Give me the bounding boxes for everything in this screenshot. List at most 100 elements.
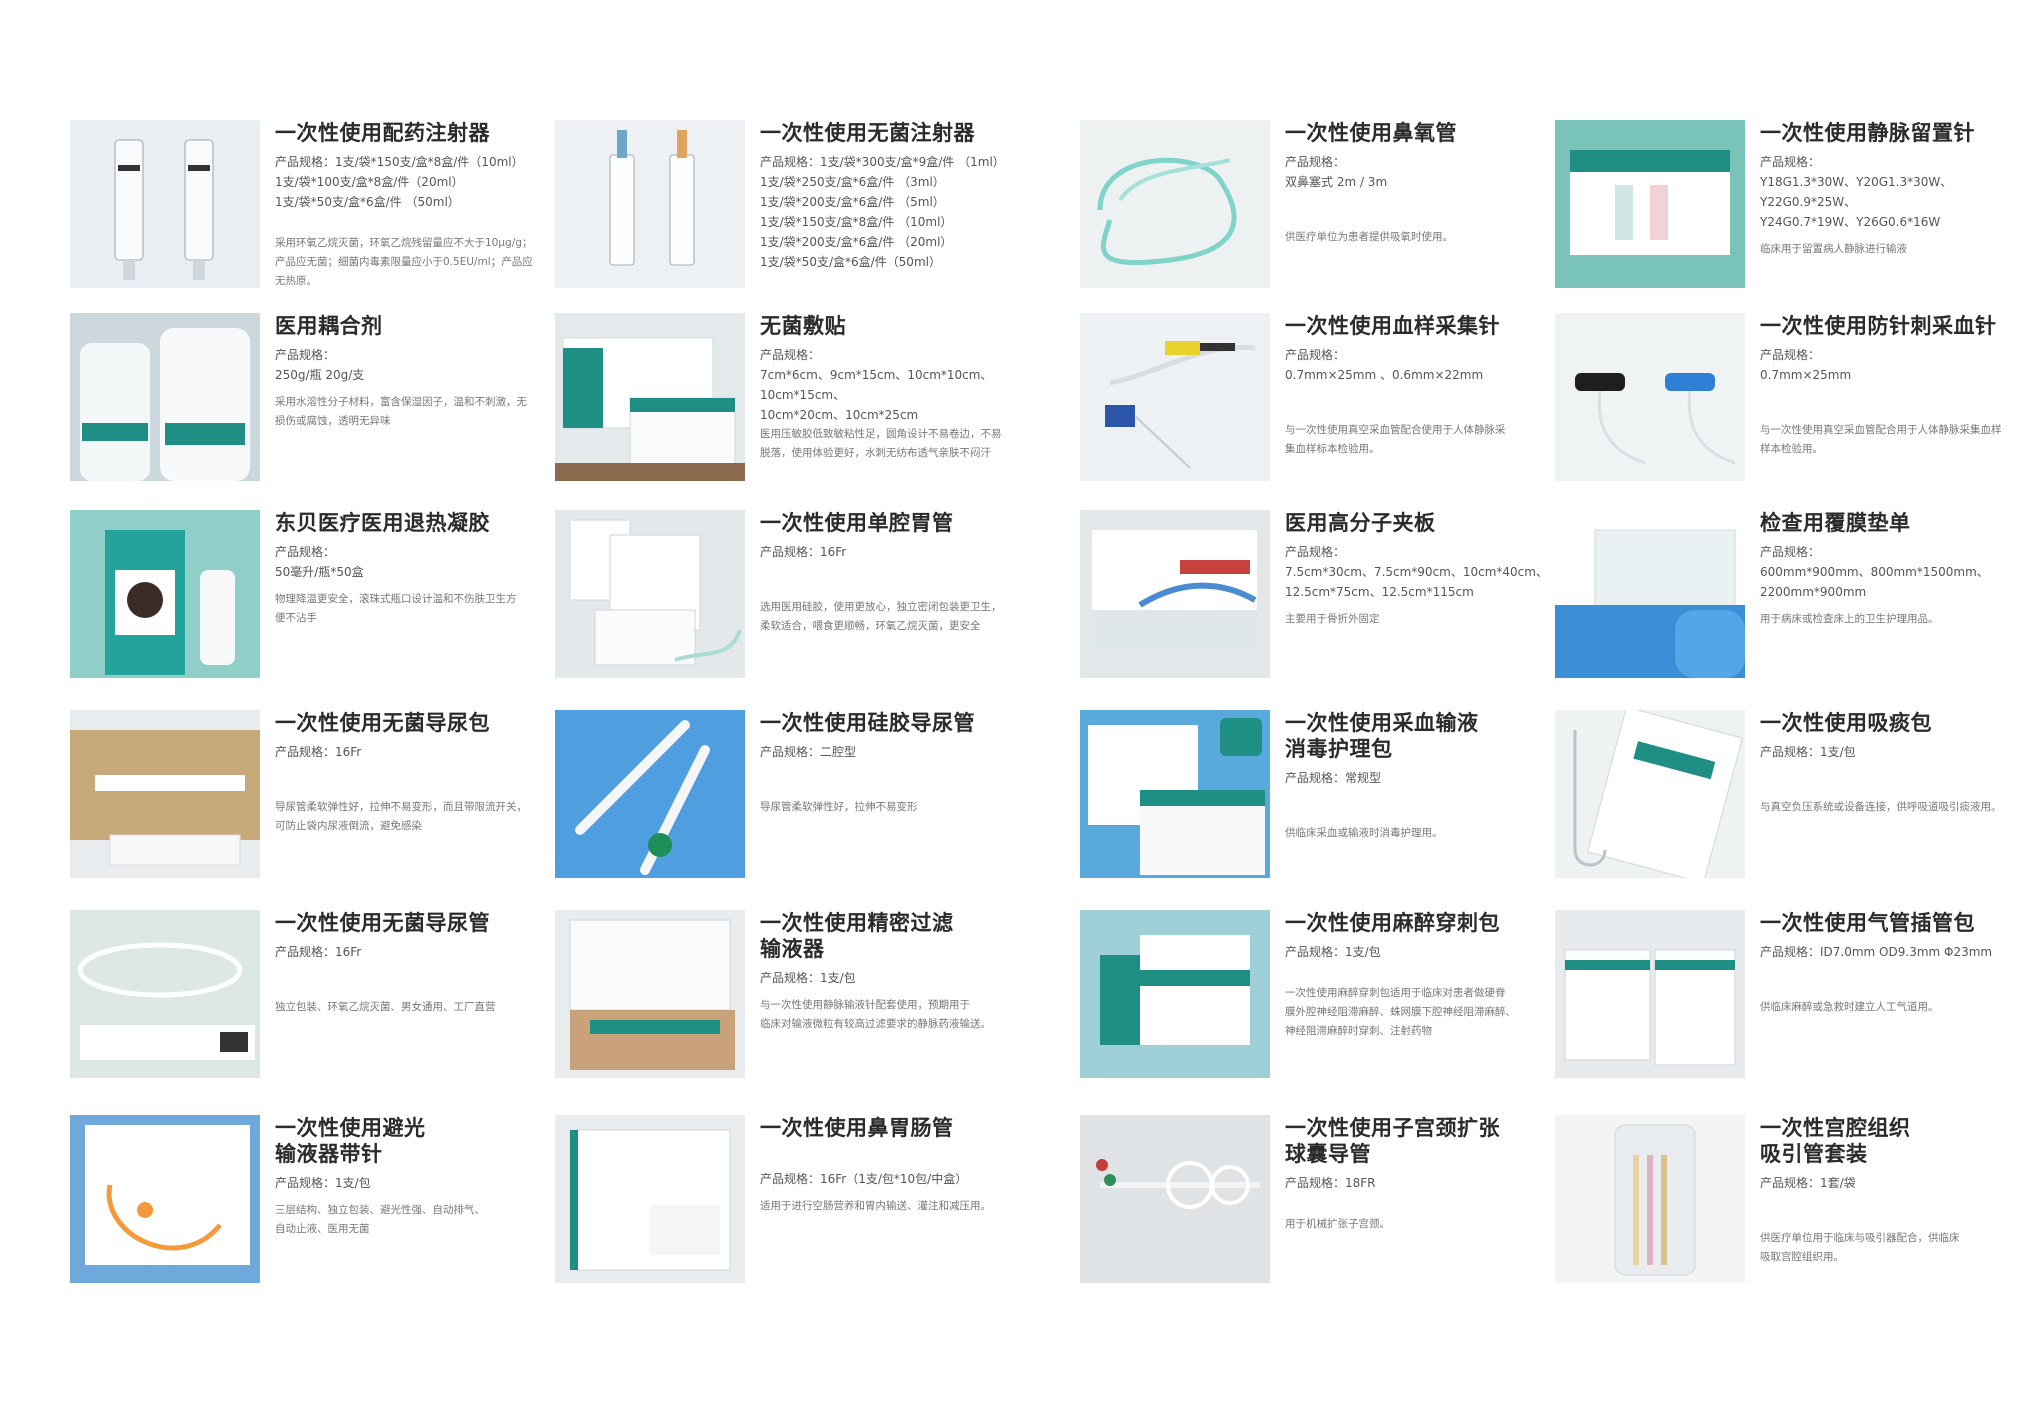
product-title: 一次性使用精密过滤 输液器 bbox=[760, 911, 954, 961]
product-title: 无菌敷贴 bbox=[760, 314, 846, 338]
product-info: 一次性使用鼻胃肠管 产品规格：16Fr（1支/包*10包/中盒） 适用于进行空肠… bbox=[760, 1115, 1035, 1216]
product-image-iv-catheter-box bbox=[1555, 120, 1745, 288]
product-card: 一次性使用采血输液 消毒护理包 产品规格：常规型 供临床采血或输液时消毒护理用。 bbox=[1080, 710, 1560, 885]
product-desc: 独立包装、环氧乙烷灭菌、男女通用、工厂直营 bbox=[275, 1001, 496, 1013]
product-desc: 三层结构、独立包装、避光性强、自动排气、 自动止液、医用无菌 bbox=[275, 1204, 485, 1235]
product-desc: 用于机械扩张子宫颈。 bbox=[1285, 1218, 1390, 1230]
product-desc: 供临床采血或输液时消毒护理用。 bbox=[1285, 827, 1443, 839]
product-image-syringe-pair bbox=[70, 120, 260, 288]
product-spec: 产品规格：1支/袋*150支/盒*8盒/件（10ml） 1支/袋*100支/盒*… bbox=[275, 155, 524, 209]
product-title: 一次性使用单腔胃管 bbox=[760, 511, 954, 535]
product-title: 医用高分子夹板 bbox=[1285, 511, 1436, 535]
product-image-nasal-oxygen-tube bbox=[1080, 120, 1270, 288]
product-image-polymer-splint-box bbox=[1080, 510, 1270, 678]
product-spec: 产品规格： 250g/瓶 20g/支 bbox=[275, 348, 365, 382]
product-spec: 产品规格：1支/包 bbox=[760, 971, 856, 985]
product-desc: 主要用于骨折外固定 bbox=[1285, 613, 1380, 625]
product-card: 一次性使用麻醉穿刺包 产品规格：1支/包 一次性使用麻醉穿刺包适用于临床对患者做… bbox=[1080, 910, 1560, 1085]
product-spec: 产品规格： 7cm*6cm、9cm*15cm、10cm*10cm、10cm*15… bbox=[760, 348, 993, 422]
product-spec: 产品规格：常规型 bbox=[1285, 771, 1382, 785]
product-image-sterile-patches-box bbox=[555, 313, 745, 481]
product-spec: 产品规格：16Fr（1支/包*10包/中盒） bbox=[760, 1172, 968, 1186]
product-title: 一次性使用麻醉穿刺包 bbox=[1285, 911, 1500, 935]
product-spec: 产品规格：1套/袋 bbox=[1760, 1176, 1856, 1190]
product-card: 一次性宫腔组织 吸引管套装 产品规格：1套/袋 供医疗单位用于临床与吸引器配合，… bbox=[1555, 1115, 2035, 1290]
product-title: 一次性使用避光 输液器带针 bbox=[275, 1116, 426, 1166]
product-desc: 采用环氧乙烷灭菌，环氧乙烷残留量应不大于10μg/g； 产品应无菌；细菌内毒素限… bbox=[275, 237, 533, 287]
product-image-cooling-gel bbox=[70, 510, 260, 678]
product-spec: 产品规格：16Fr bbox=[275, 945, 362, 959]
product-image-blood-collection-needle bbox=[1080, 313, 1270, 481]
product-desc: 适用于进行空肠营养和胃内输送、灌注和减压用。 bbox=[760, 1200, 991, 1212]
product-spec: 产品规格： 0.7mm×25mm bbox=[1760, 348, 1852, 382]
product-info: 一次性使用气管插管包 产品规格：ID7.0mm OD9.3mm Φ23mm 供临… bbox=[1760, 910, 2035, 1017]
product-desc: 选用医用硅胶，使用更放心，独立密闭包装更卫生， 柔软适合，喂食更顺畅，环氧乙烷灭… bbox=[760, 601, 1002, 632]
product-spec: 产品规格： 50毫升/瓶*50盒 bbox=[275, 545, 364, 579]
product-info: 医用高分子夹板 产品规格： 7.5cm*30cm、7.5cm*90cm、10cm… bbox=[1285, 510, 1560, 629]
product-card: 一次性使用血样采集针 产品规格： 0.7mm×25mm 、0.6mm×22mm … bbox=[1080, 313, 1560, 488]
product-image-gastric-tube bbox=[555, 510, 745, 678]
product-info: 一次性使用单腔胃管 产品规格：16Fr 选用医用硅胶，使用更放心，独立密闭包装更… bbox=[760, 510, 1035, 636]
product-desc: 供临床麻醉或急救时建立人工气道用。 bbox=[1760, 1001, 1939, 1013]
product-spec: 产品规格：18FR bbox=[1285, 1176, 1376, 1190]
product-image-exam-sheet bbox=[1555, 510, 1745, 678]
product-card: 一次性使用鼻氧管 产品规格： 双鼻塞式 2m / 3m 供医疗单位为患者提供吸氧… bbox=[1080, 120, 1560, 295]
product-spec: 产品规格：16Fr bbox=[760, 545, 847, 559]
product-spec: 产品规格：16Fr bbox=[275, 745, 362, 759]
product-info: 一次性使用麻醉穿刺包 产品规格：1支/包 一次性使用麻醉穿刺包适用于临床对患者做… bbox=[1285, 910, 1560, 1041]
product-info: 医用耦合剂 产品规格： 250g/瓶 20g/支 采用水溶性分子材料，富含保湿因… bbox=[275, 313, 550, 431]
product-spec: 产品规格：1支/包 bbox=[275, 1176, 371, 1190]
product-card: 一次性使用鼻胃肠管 产品规格：16Fr（1支/包*10包/中盒） 适用于进行空肠… bbox=[555, 1115, 1035, 1290]
product-spec: 产品规格： 7.5cm*30cm、7.5cm*90cm、10cm*40cm、 1… bbox=[1285, 545, 1548, 599]
product-title: 一次性使用无菌导尿管 bbox=[275, 911, 490, 935]
product-title: 一次性使用硅胶导尿管 bbox=[760, 711, 975, 735]
product-card: 一次性使用无菌导尿管 产品规格：16Fr 独立包装、环氧乙烷灭菌、男女通用、工厂… bbox=[70, 910, 550, 1085]
product-spec: 产品规格： 双鼻塞式 2m / 3m bbox=[1285, 155, 1388, 189]
product-image-filter-infusion-set bbox=[555, 910, 745, 1078]
product-info: 一次性使用血样采集针 产品规格： 0.7mm×25mm 、0.6mm×22mm … bbox=[1285, 313, 1560, 459]
product-desc: 临床用于留置病人静脉进行输液 bbox=[1760, 243, 1907, 255]
product-card: 一次性使用无菌注射器 产品规格：1支/袋*300支/盒*9盒/件 （1ml） 1… bbox=[555, 120, 1035, 295]
product-title: 一次性宫腔组织 吸引管套装 bbox=[1760, 1116, 1911, 1166]
product-info: 一次性宫腔组织 吸引管套装 产品规格：1套/袋 供医疗单位用于临床与吸引器配合，… bbox=[1760, 1115, 2035, 1267]
product-info: 一次性使用子宫颈扩张 球囊导管 产品规格：18FR 用于机械扩张子宫颈。 bbox=[1285, 1115, 1560, 1234]
product-image-intubation-kit bbox=[1555, 910, 1745, 1078]
product-card: 一次性使用吸痰包 产品规格：1支/包 与真空负压系统或设备连接，供呼吸道吸引痰液… bbox=[1555, 710, 2035, 885]
product-spec: 产品规格：1支/包 bbox=[1285, 945, 1381, 959]
product-card: 一次性使用避光 输液器带针 产品规格：1支/包 三层结构、独立包装、避光性强、自… bbox=[70, 1115, 550, 1290]
product-image-safety-blood-needle bbox=[1555, 313, 1745, 481]
product-title: 东贝医疗医用退热凝胶 bbox=[275, 511, 490, 535]
product-info: 一次性使用无菌注射器 产品规格：1支/袋*300支/盒*9盒/件 （1ml） 1… bbox=[760, 120, 1035, 272]
product-title: 一次性使用配药注射器 bbox=[275, 121, 490, 145]
product-desc: 采用水溶性分子材料，富含保湿因子，温和不刺激，无 损伤或腐蚀，透明无异味 bbox=[275, 396, 527, 427]
product-title: 一次性使用吸痰包 bbox=[1760, 711, 1932, 735]
product-title: 一次性使用鼻胃肠管 bbox=[760, 1116, 954, 1140]
product-card: 一次性使用单腔胃管 产品规格：16Fr 选用医用硅胶，使用更放心，独立密闭包装更… bbox=[555, 510, 1035, 685]
product-card: 一次性使用防针刺采血针 产品规格： 0.7mm×25mm 与一次性使用真空采血管… bbox=[1555, 313, 2035, 488]
product-title: 一次性使用鼻氧管 bbox=[1285, 121, 1457, 145]
product-desc: 导尿管柔软弹性好，拉伸不易变形，而且带限流开关， 可防止袋内尿液倒流，避免感染 bbox=[275, 801, 527, 832]
product-card: 医用耦合剂 产品规格： 250g/瓶 20g/支 采用水溶性分子材料，富含保湿因… bbox=[70, 313, 550, 488]
product-image-disinfection-care-kit bbox=[1080, 710, 1270, 878]
product-card: 一次性使用无菌导尿包 产品规格：16Fr 导尿管柔软弹性好，拉伸不易变形，而且带… bbox=[70, 710, 550, 885]
product-card: 医用高分子夹板 产品规格： 7.5cm*30cm、7.5cm*90cm、10cm… bbox=[1080, 510, 1560, 685]
product-card: 一次性使用气管插管包 产品规格：ID7.0mm OD9.3mm Φ23mm 供临… bbox=[1555, 910, 2035, 1085]
product-image-ultrasound-gel bbox=[70, 313, 260, 481]
product-info: 无菌敷贴 产品规格： 7cm*6cm、9cm*15cm、10cm*10cm、10… bbox=[760, 313, 1035, 463]
product-spec: 产品规格：1支/袋*300支/盒*9盒/件 （1ml） 1支/袋*250支/盒*… bbox=[760, 155, 1005, 269]
product-image-silicone-catheter bbox=[555, 710, 745, 878]
product-desc: 物理降温更安全，滚珠式瓶口设计温和不伤肤卫生方 便不沾手 bbox=[275, 593, 517, 624]
product-card: 检查用覆膜垫单 产品规格： 600mm*900mm、800mm*1500mm、 … bbox=[1555, 510, 2035, 685]
product-info: 一次性使用防针刺采血针 产品规格： 0.7mm×25mm 与一次性使用真空采血管… bbox=[1760, 313, 2035, 459]
product-info: 一次性使用吸痰包 产品规格：1支/包 与真空负压系统或设备连接，供呼吸道吸引痰液… bbox=[1760, 710, 2035, 817]
product-info: 一次性使用硅胶导尿管 产品规格：二腔型 导尿管柔软弹性好，拉伸不易变形 bbox=[760, 710, 1035, 817]
product-desc: 与一次性使用静脉输液针配套使用，预期用于 临床对输液微粒有较高过滤要求的静脉药液… bbox=[760, 999, 991, 1030]
product-title: 一次性使用静脉留置针 bbox=[1760, 121, 1975, 145]
product-spec: 产品规格： 600mm*900mm、800mm*1500mm、 2200mm*9… bbox=[1760, 545, 1989, 599]
product-desc: 用于病床或检查床上的卫生护理用品。 bbox=[1760, 613, 1939, 625]
product-card: 一次性使用静脉留置针 产品规格： Y18G1.3*30W、Y20G1.3*30W… bbox=[1555, 120, 2035, 295]
product-desc: 与一次性使用真空采血管配合使用于人体静脉采 集血样标本检验用。 bbox=[1285, 424, 1506, 455]
product-image-uterine-suction-set bbox=[1555, 1115, 1745, 1283]
product-info: 东贝医疗医用退热凝胶 产品规格： 50毫升/瓶*50盒 物理降温更安全，滚珠式瓶… bbox=[275, 510, 550, 628]
product-info: 检查用覆膜垫单 产品规格： 600mm*900mm、800mm*1500mm、 … bbox=[1760, 510, 2035, 629]
